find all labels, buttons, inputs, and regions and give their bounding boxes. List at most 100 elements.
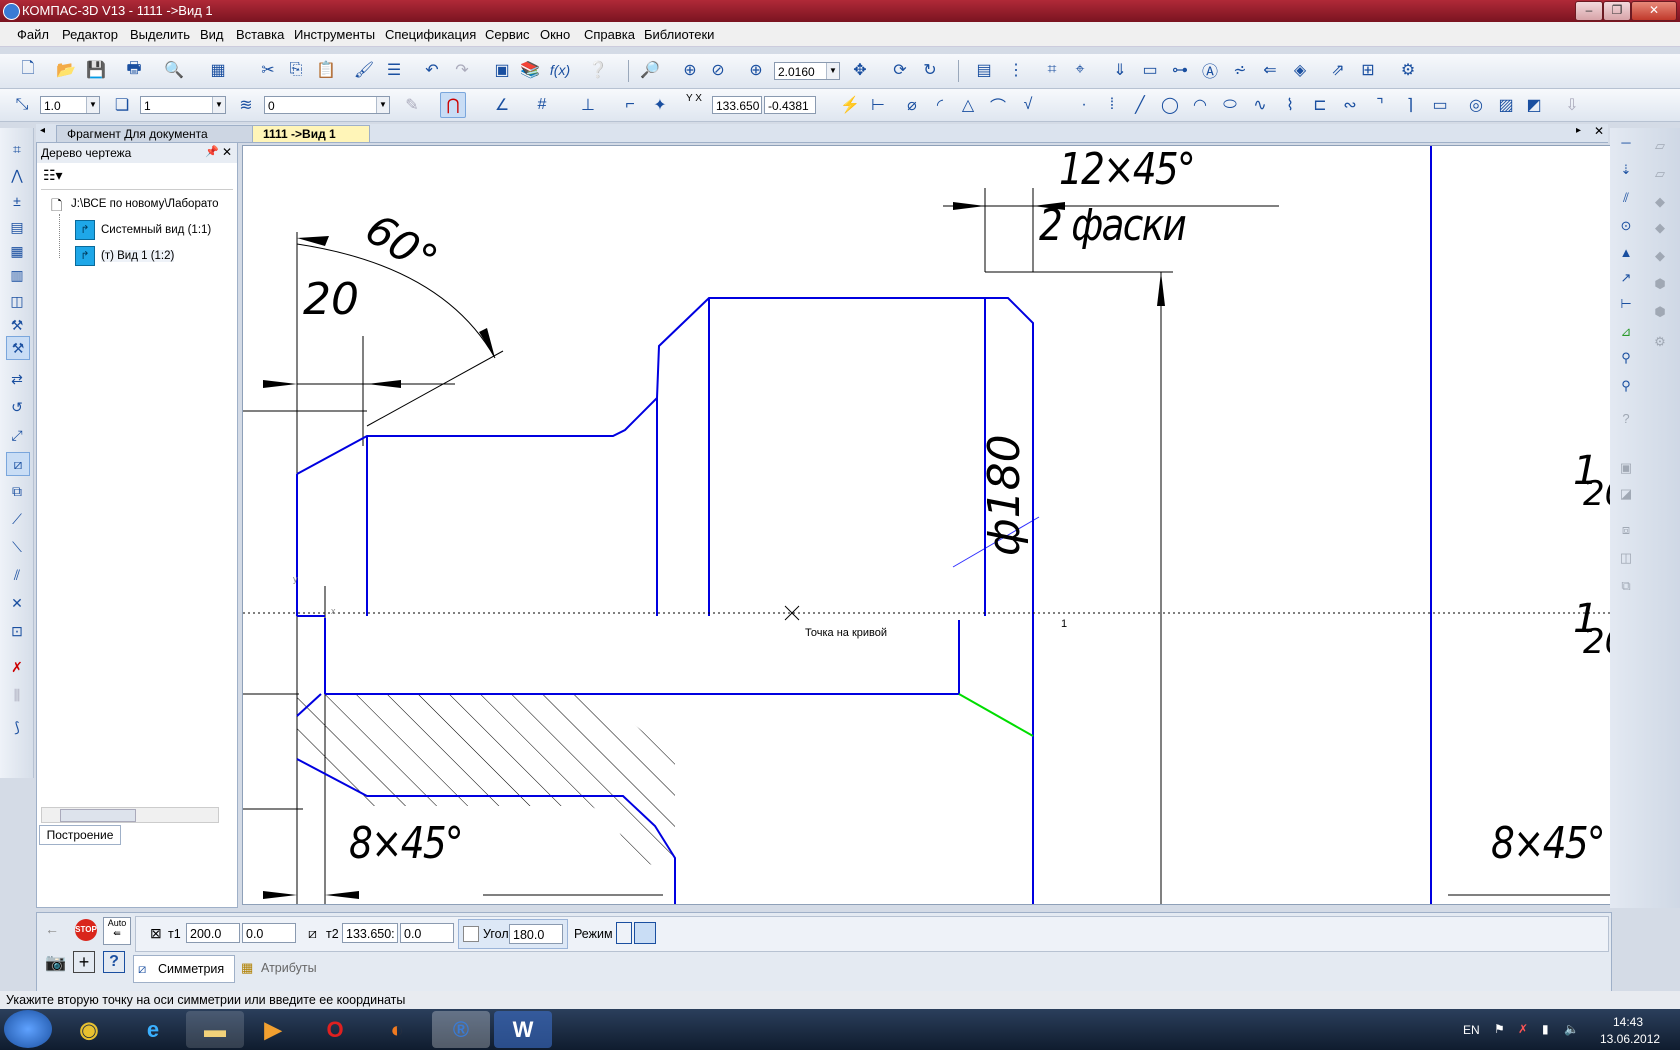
t2-x-field[interactable]: 133.650: [342,923,398,943]
menu-help[interactable]: Справка [584,27,635,42]
menu-file[interactable]: Файл [17,27,49,42]
measure-icon[interactable]: ⇓ [1108,58,1132,82]
tree-root[interactable]: J:\ВСЕ по новому\Лаборато [71,198,231,210]
restore-button[interactable]: ❐ [1603,1,1631,21]
chevron-down-icon[interactable]: ▼ [86,97,99,113]
surface-6-icon[interactable]: ⬢ [1650,274,1670,294]
symmetry-icon[interactable]: ⧄ [6,452,30,476]
redo-icon[interactable]: ↷ [450,58,474,82]
geometry-panel-icon[interactable]: ⌗ [6,138,28,160]
close-tab-icon[interactable]: ✕ [1594,124,1604,138]
undo-icon[interactable]: ↶ [420,58,444,82]
point-icon[interactable]: ✦ [648,93,672,117]
fill-icon[interactable]: ◩ [1522,93,1546,117]
t2-y-field[interactable]: 0.0 [400,923,454,943]
print-preview-icon[interactable]: 🔍 [162,58,186,82]
chamfer-icon[interactable]: ⌝ [1368,93,1392,117]
pin-tool-2-icon[interactable]: ⚲ [1616,376,1636,396]
local-cs-icon[interactable]: ⌖ [1068,58,1092,82]
lightning-icon[interactable]: ⚡ [838,93,862,117]
t1-y-field[interactable]: 0.0 [242,923,296,943]
print-icon[interactable]: 🖶 [122,58,146,82]
ortho-icon[interactable]: ∠ [490,93,514,117]
tab-view-1[interactable]: 1111 ->Вид 1 [252,125,370,142]
deform-icon[interactable]: ⟋ [6,508,28,530]
snap-magnet-icon[interactable]: ⋂ [440,92,466,118]
point-tool-icon[interactable]: · [1072,93,1096,117]
zoom-combo[interactable]: 2.0160 ▼ [774,62,840,80]
refresh-view-icon[interactable]: ⟳ [888,58,912,82]
variables-icon[interactable]: f(x) [548,58,572,82]
tab-construction[interactable]: Построение [39,825,121,845]
minimize-button[interactable]: – [1575,1,1603,21]
table-icon[interactable]: ⊞ [1356,58,1380,82]
parallel-icon[interactable]: ⫽ [1616,188,1636,208]
chrome-icon[interactable]: ◉ [60,1011,118,1048]
surface-8-icon[interactable]: ⚙ [1650,332,1670,352]
text-style-icon[interactable]: Ⓐ [1198,58,1222,82]
copy-tool-icon[interactable]: ⧉ [6,480,28,502]
associative-panel-icon[interactable]: ⚒ [6,314,28,336]
dimensions-panel-icon[interactable]: ⋀ [6,164,28,186]
tree-item-view-1[interactable]: (т) Вид 1 (1:2) [101,250,175,262]
battery-icon[interactable]: ▮ [1542,1022,1549,1036]
break-icon[interactable]: ⊡ [6,620,28,642]
ortho-mode-icon[interactable]: ⌐ [618,93,642,117]
measure-panel-icon[interactable]: ▥ [6,264,28,286]
hatch-icon[interactable]: ⩫ [1228,58,1252,82]
snap-point-icon[interactable]: + [73,951,95,973]
surface-5-icon[interactable]: ◆ [1650,246,1670,266]
pin-tool-icon[interactable]: ⚲ [1616,348,1636,368]
axis-icon[interactable]: ⊥ [576,93,600,117]
scale-tool-icon[interactable]: ⤢ [6,424,28,446]
edit-panel-icon[interactable]: ▤ [6,216,28,238]
fix-icon[interactable]: ⊿ [1616,322,1636,342]
angle-checkbox[interactable] [463,926,479,942]
gray-tool-5-icon[interactable]: ⧉ [1616,576,1636,596]
surface-4-icon[interactable]: ◆ [1650,218,1670,238]
tree-horizontal-scrollbar[interactable] [41,807,219,823]
menu-libraries[interactable]: Библиотеки [644,27,714,42]
ellipse-icon[interactable]: ⬭ [1218,93,1242,117]
surface-7-icon[interactable]: ⬢ [1650,302,1670,322]
linear-dim-icon[interactable]: ⊢ [866,93,890,117]
help-pointer-icon[interactable]: ❔ [586,58,610,82]
collection-icon[interactable]: ⇩ [1560,93,1584,117]
menu-insert[interactable]: Вставка [236,27,284,42]
zoom-window-icon[interactable]: 🔎 [638,58,662,82]
eraser-icon[interactable]: ✎ [400,93,424,117]
auto-button[interactable]: Auto ⇚ [103,917,131,945]
network-icon[interactable]: ✗ [1518,1022,1528,1036]
manager-icon[interactable]: ▦ [206,58,230,82]
tab-symmetry[interactable]: ⧄ Симметрия [133,955,235,983]
new-document-icon[interactable]: 🗋 [16,58,40,82]
layer-combo[interactable]: 1 ▼ [140,96,226,114]
zoom-frame-icon[interactable]: ⊕ [678,58,702,82]
menu-window[interactable]: Окно [540,27,570,42]
clock-time[interactable]: 14:43 [1613,1015,1643,1029]
paste-icon[interactable]: 📋 [314,58,338,82]
tab-fragment[interactable]: Фрагмент Для документа [56,125,268,142]
surface-2-icon[interactable]: ▱ [1650,164,1670,184]
grid-icon[interactable]: # [530,93,554,117]
properties-icon[interactable]: ☰ [382,58,406,82]
aux-line-icon[interactable]: ⁞ [1100,93,1124,117]
flag-icon[interactable]: ⚑ [1494,1022,1505,1036]
clock-date[interactable]: 13.06.2012 [1600,1032,1660,1046]
help-icon[interactable]: ? [103,951,125,973]
redraw-icon[interactable]: ↻ [918,58,942,82]
angle-dim-icon[interactable]: △ [956,93,980,117]
scale-combo[interactable]: 1.0 ▼ [40,96,100,114]
media-player-icon[interactable]: ▶ [244,1011,302,1048]
arc-dim-icon[interactable]: ⌒ [986,93,1010,117]
hline-icon[interactable]: ─ [1616,132,1636,152]
designations-panel-icon[interactable]: ± [6,190,28,212]
zoom-in-icon[interactable]: ⊕ [744,58,768,82]
explorer-icon[interactable]: ▬ [186,1011,244,1048]
chevron-down-icon[interactable]: ▼ [376,97,389,113]
save-icon[interactable]: 💾 [84,58,108,82]
ie-icon[interactable]: e [124,1011,182,1048]
menu-service[interactable]: Сервис [485,27,530,42]
curve-edit-icon[interactable]: ⟆ [6,716,28,738]
mode-copy-icon[interactable] [616,922,632,944]
